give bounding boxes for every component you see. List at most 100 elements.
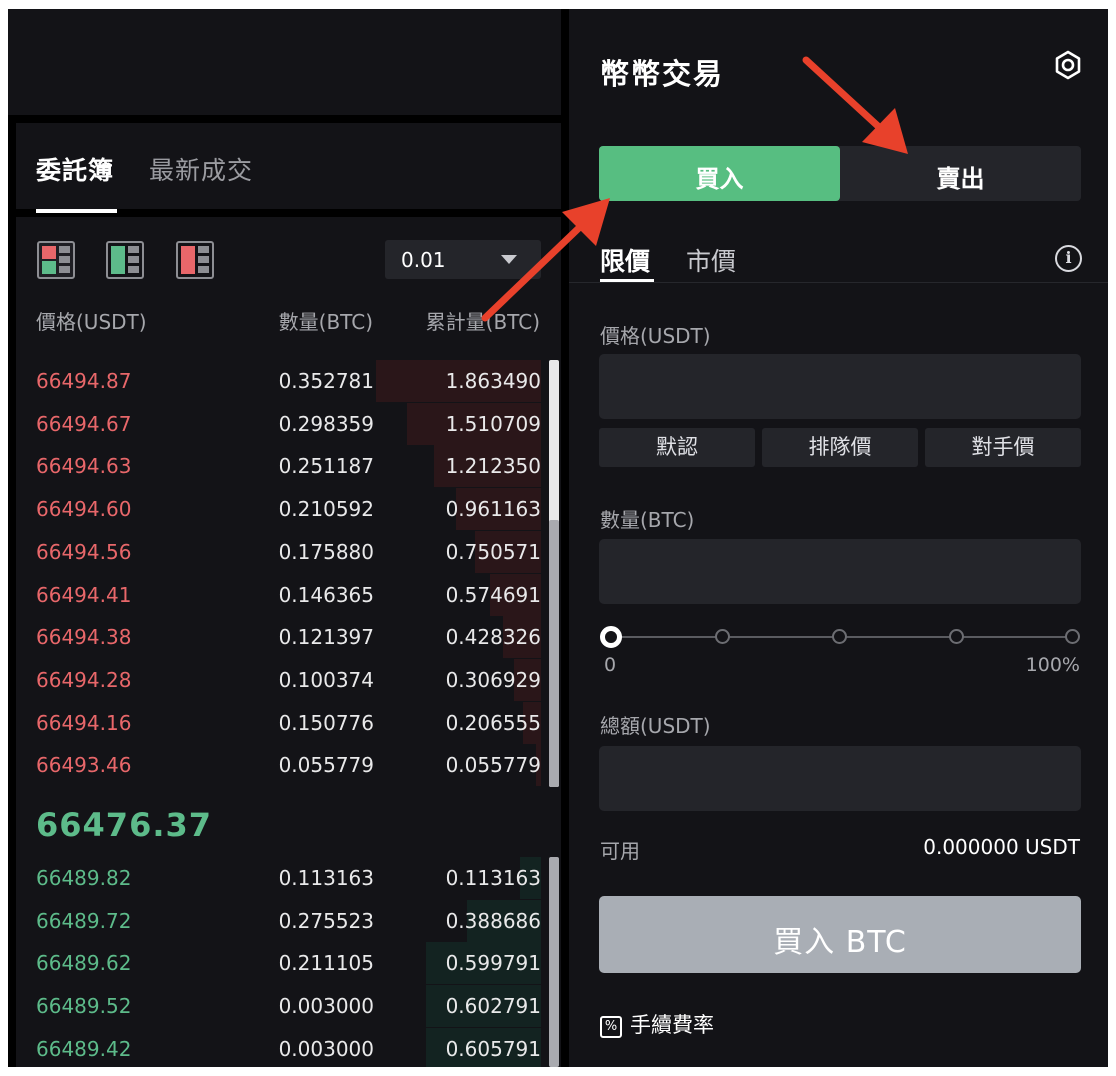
bids-scrollbar[interactable] — [549, 857, 559, 1067]
orderbook-tabs: 委託簿 最新成交 — [16, 123, 561, 213]
settings-icon[interactable] — [1052, 49, 1084, 81]
col-header-qty: 數量(BTC) — [278, 310, 373, 334]
price-cell: 66493.46 — [36, 753, 132, 778]
cum-cell: 0.428326 — [445, 625, 541, 650]
qty-cell: 0.003000 — [278, 1036, 374, 1061]
tab-latest-trades[interactable]: 最新成交 — [149, 151, 253, 187]
price-label: 價格(USDT) — [600, 324, 711, 348]
qty-cell: 0.175880 — [278, 539, 374, 564]
qty-cell: 0.100374 — [278, 667, 374, 692]
buy-side-button[interactable]: 買入 — [599, 146, 840, 201]
slider-stop-100[interactable] — [1065, 629, 1080, 644]
qty-cell: 0.211105 — [278, 951, 374, 976]
qty-cell: 0.121397 — [278, 625, 374, 650]
price-cell: 66489.52 — [36, 994, 132, 1019]
orderbook: 0.01 價格(USDT) 數量(BTC) 累計量(BTC) 66494.87 0… — [16, 217, 561, 1067]
trade-panel: 幣幣交易 買入 賣出 限價 市價 i 價格(USDT) 默認 排隊價 對手價 數… — [569, 9, 1108, 1067]
price-cell: 66494.28 — [36, 667, 132, 692]
qty-cell: 0.003000 — [278, 994, 374, 1019]
price-cell: 66494.38 — [36, 625, 132, 650]
qty-cell: 0.251187 — [278, 454, 374, 479]
slider-stop-50[interactable] — [832, 629, 847, 644]
tab-market[interactable]: 市價 — [686, 242, 736, 278]
slider-stop-25[interactable] — [715, 629, 730, 644]
tab-orderbook[interactable]: 委託簿 — [36, 151, 114, 187]
ask-row[interactable]: 66494.16 0.150776 0.206555 — [16, 701, 546, 744]
price-cell: 66489.62 — [36, 951, 132, 976]
tick-size-select[interactable]: 0.01 — [385, 240, 541, 279]
sell-side-button[interactable]: 賣出 — [840, 146, 1081, 201]
col-header-price: 價格(USDT) — [36, 310, 147, 334]
side-toggle: 買入 賣出 — [599, 146, 1081, 201]
price-cell: 66494.60 — [36, 497, 132, 522]
total-input[interactable] — [599, 746, 1081, 811]
chart-area — [8, 9, 561, 115]
bid-row[interactable]: 66489.82 0.113163 0.113163 — [16, 857, 546, 899]
cum-cell: 0.574691 — [445, 582, 541, 607]
ask-row[interactable]: 66493.46 0.055779 0.055779 — [16, 744, 546, 787]
price-cell: 66494.16 — [36, 710, 132, 735]
available-label: 可用 — [600, 839, 640, 863]
price-cell: 66489.82 — [36, 866, 132, 890]
qty-cell: 0.113163 — [278, 866, 374, 890]
available-value: 0.000000 USDT — [923, 835, 1080, 859]
ask-row[interactable]: 66494.87 0.352781 1.863490 — [16, 360, 546, 402]
last-price: 66476.37 — [36, 806, 213, 844]
preset-default-button[interactable]: 默認 — [599, 428, 755, 467]
preset-queue-button[interactable]: 排隊價 — [762, 428, 918, 467]
cum-cell: 0.306929 — [445, 667, 541, 692]
cum-cell: 1.212350 — [445, 454, 541, 479]
ask-row[interactable]: 66494.60 0.210592 0.961163 — [16, 488, 546, 531]
ask-row[interactable]: 66494.38 0.121397 0.428326 — [16, 616, 546, 659]
ask-row[interactable]: 66494.41 0.146365 0.574691 — [16, 573, 546, 616]
ask-row[interactable]: 66494.56 0.175880 0.750571 — [16, 530, 546, 573]
price-cell: 66494.63 — [36, 454, 132, 479]
cum-cell: 1.863490 — [445, 369, 541, 393]
qty-cell: 0.210592 — [278, 497, 374, 522]
submit-buy-button[interactable]: 買入 BTC — [599, 896, 1081, 973]
price-cell: 66489.72 — [36, 908, 132, 933]
price-input[interactable] — [599, 354, 1081, 419]
cum-cell: 0.388686 — [445, 908, 541, 933]
slider-stop-75[interactable] — [949, 629, 964, 644]
slider-max-label: 100% — [1025, 654, 1080, 676]
sell-side-label: 賣出 — [936, 165, 985, 193]
view-asks-icon[interactable] — [176, 241, 214, 279]
slider-min-label: 0 — [604, 654, 617, 676]
tick-size-value: 0.01 — [401, 248, 446, 272]
price-cell: 66494.41 — [36, 582, 132, 607]
bid-row[interactable]: 66489.72 0.275523 0.388686 — [16, 899, 546, 942]
fee-rate-link[interactable]: % 手續費率 — [600, 1009, 714, 1039]
cum-cell: 0.602791 — [445, 994, 541, 1019]
ask-row[interactable]: 66494.63 0.251187 1.212350 — [16, 445, 546, 488]
buy-side-label: 買入 — [695, 165, 744, 193]
cum-cell: 0.113163 — [445, 866, 541, 890]
bid-row[interactable]: 66489.52 0.003000 0.602791 — [16, 985, 546, 1028]
ask-row[interactable]: 66494.67 0.298359 1.510709 — [16, 402, 546, 445]
price-cell: 66494.67 — [36, 411, 132, 436]
qty-cell: 0.298359 — [278, 411, 374, 436]
percent-icon: % — [600, 1016, 622, 1038]
qty-cell: 0.150776 — [278, 710, 374, 735]
info-icon[interactable]: i — [1055, 245, 1082, 272]
qty-input[interactable] — [599, 539, 1081, 604]
preset-counterparty-button[interactable]: 對手價 — [925, 428, 1081, 467]
panel-title: 幣幣交易 — [600, 57, 725, 91]
slider-handle[interactable] — [600, 626, 622, 648]
qty-cell: 0.352781 — [278, 369, 374, 393]
total-label: 總額(USDT) — [600, 714, 711, 738]
cum-cell: 0.605791 — [445, 1036, 541, 1061]
price-cell: 66489.42 — [36, 1036, 132, 1061]
price-cell: 66494.56 — [36, 539, 132, 564]
bid-row[interactable]: 66489.42 0.003000 0.605791 — [16, 1027, 546, 1067]
view-bids-icon[interactable] — [106, 241, 144, 279]
ask-row[interactable]: 66494.28 0.100374 0.306929 — [16, 658, 546, 701]
qty-label: 數量(BTC) — [600, 508, 695, 532]
chevron-down-icon — [501, 255, 517, 264]
bid-row[interactable]: 66489.62 0.211105 0.599791 — [16, 942, 546, 985]
asks-scrollbar-thumb[interactable] — [549, 520, 559, 787]
col-header-cum: 累計量(BTC) — [425, 310, 540, 334]
view-both-icon[interactable] — [37, 241, 75, 279]
tab-limit[interactable]: 限價 — [600, 242, 650, 278]
divider — [569, 282, 1108, 283]
